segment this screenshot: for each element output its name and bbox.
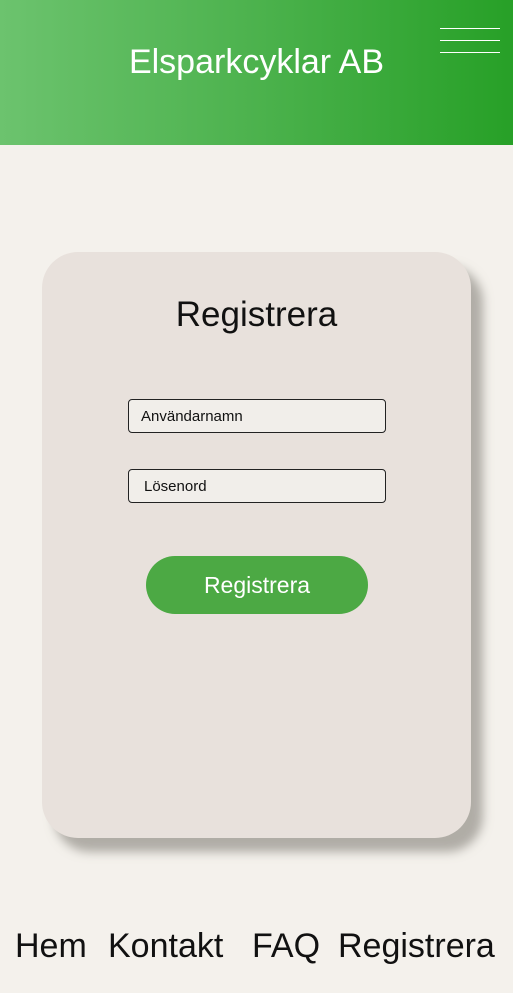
- nav-link-home[interactable]: Hem: [15, 924, 87, 968]
- nav-link-contact[interactable]: Kontakt: [108, 924, 223, 968]
- nav-link-register[interactable]: Registrera: [338, 924, 495, 968]
- menu-line: [440, 40, 500, 41]
- password-input[interactable]: [128, 469, 386, 503]
- username-input[interactable]: [128, 399, 386, 433]
- site-title: Elsparkcyklar AB: [128, 43, 385, 81]
- register-card: Registrera Registrera: [42, 252, 471, 838]
- site-header: Elsparkcyklar AB: [0, 0, 513, 145]
- register-button[interactable]: Registrera: [146, 556, 368, 614]
- menu-line: [440, 52, 500, 53]
- menu-line: [440, 28, 500, 29]
- form-title: Registrera: [175, 295, 338, 334]
- hamburger-menu-icon[interactable]: [440, 26, 500, 56]
- footer-nav: Hem Kontakt FAQ Registrera: [0, 924, 513, 968]
- nav-link-faq[interactable]: FAQ: [252, 924, 320, 968]
